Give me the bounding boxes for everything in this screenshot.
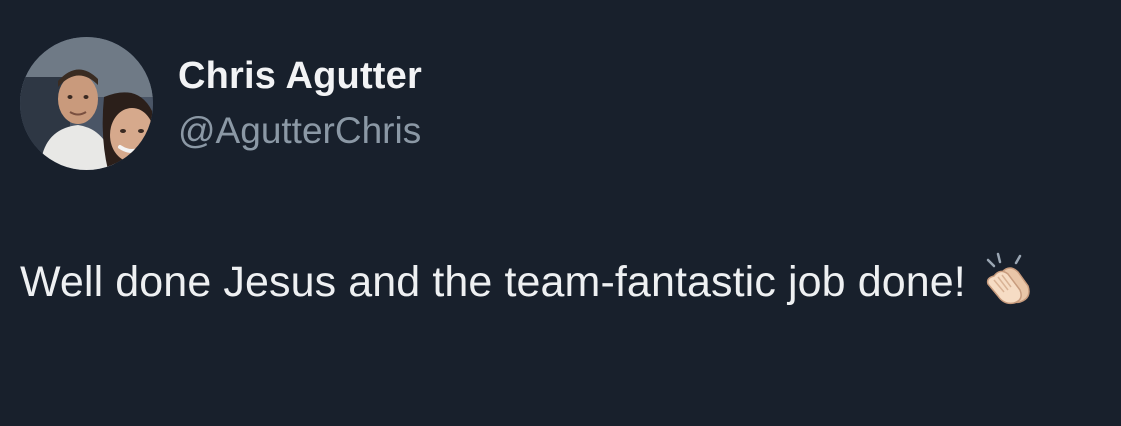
- author-avatar[interactable]: [20, 37, 153, 170]
- tweet-text: Well done Jesus and the team-fantastic j…: [20, 258, 966, 306]
- author-handle[interactable]: @AgutterChris: [178, 110, 421, 152]
- tweet-body: Well done Jesus and the team-fantastic j…: [20, 250, 1060, 314]
- tweet-card: Chris Agutter @AgutterChris Well done Je…: [0, 0, 1121, 426]
- clapping-hands-icon: [980, 250, 1036, 306]
- author-display-name[interactable]: Chris Agutter: [178, 55, 422, 98]
- avatar-photo-icon: [20, 37, 153, 170]
